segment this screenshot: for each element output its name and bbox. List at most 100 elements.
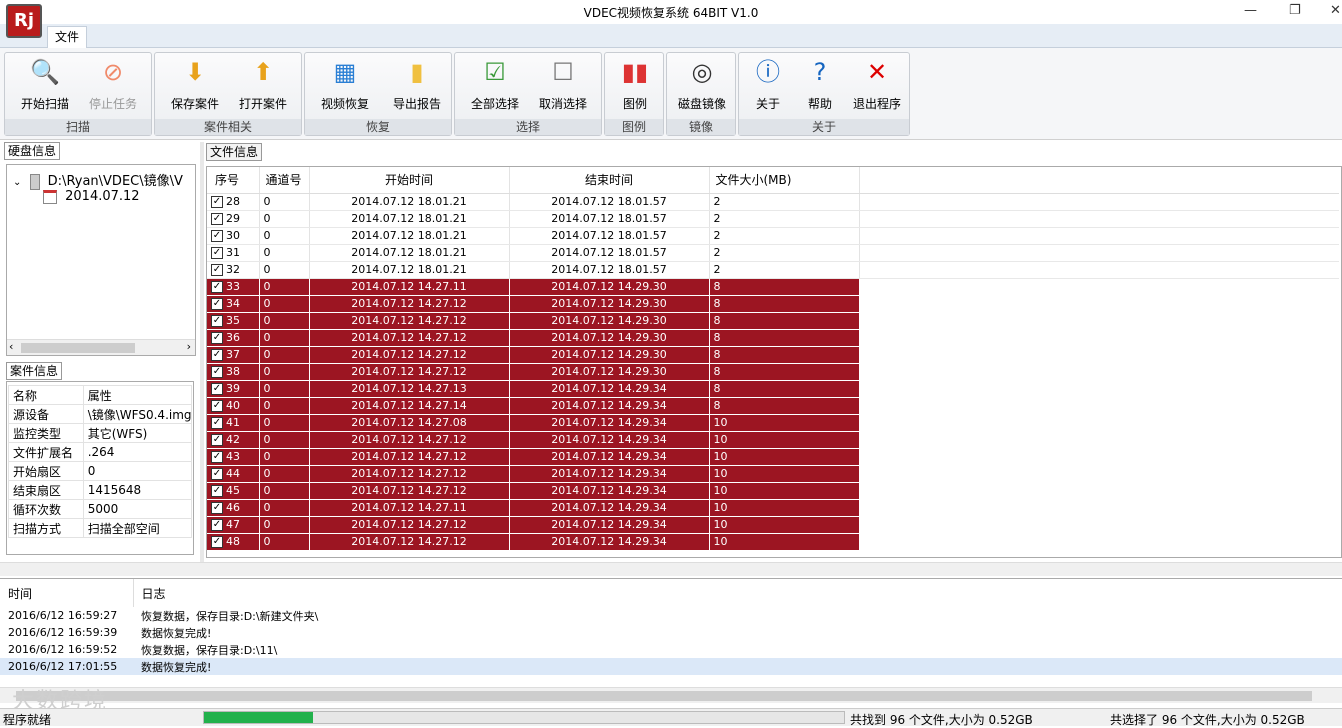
log-row[interactable]: 2016/6/12 17:01:55 数据恢复完成! xyxy=(0,658,1342,675)
file-row[interactable]: ✓ 41 0 2014.07.12 14.27.08 2014.07.12 14.29.… xyxy=(207,414,1339,432)
file-row[interactable]: ✓ 34 0 2014.07.12 14.27.12 2014.07.12 14.29.… xyxy=(207,295,1339,313)
file-row[interactable]: ✓ 40 0 2014.07.12 14.27.14 2014.07.12 14.29.… xyxy=(207,397,1339,415)
row-checkbox[interactable]: ✓ xyxy=(211,264,223,276)
select-all-button[interactable]: ☑ 全部选择 xyxy=(463,57,527,112)
close-button[interactable]: ✕ xyxy=(1330,3,1341,18)
tab-file[interactable]: 文件 xyxy=(47,26,87,48)
file-row[interactable]: ✓ 47 0 2014.07.12 14.27.12 2014.07.12 14.29.… xyxy=(207,516,1339,534)
scroll-right-icon[interactable]: › xyxy=(187,340,191,353)
file-channel-text: 0 xyxy=(263,263,271,276)
col-start-time[interactable]: 开始时间 xyxy=(309,167,510,194)
deselect-button[interactable]: ☐ 取消选择 xyxy=(531,57,595,112)
row-filler xyxy=(859,465,1339,483)
row-checkbox[interactable]: ✓ xyxy=(211,417,223,429)
row-checkbox[interactable]: ✓ xyxy=(211,298,223,310)
about-button[interactable]: ⓘ 关于 xyxy=(745,57,791,112)
row-checkbox[interactable]: ✓ xyxy=(211,247,223,259)
legend-button[interactable]: ▮▮ 图例 xyxy=(607,57,663,112)
file-grid[interactable]: 序号 通道号 开始时间 结束时间 文件大小(MB) ✓ 28 0 2014.07.12… xyxy=(206,166,1342,558)
file-row[interactable]: ✓ 32 0 2014.07.12 18.01.21 2014.07.12 18.01.… xyxy=(207,261,1339,279)
disk-panel-title[interactable]: 硬盘信息 xyxy=(4,142,61,160)
file-row[interactable]: ✓ 29 0 2014.07.12 18.01.21 2014.07.12 18.01.… xyxy=(207,210,1339,228)
col-id[interactable]: 序号 xyxy=(207,167,260,194)
row-checkbox[interactable]: ✓ xyxy=(211,196,223,208)
file-row[interactable]: ✓ 39 0 2014.07.12 14.27.13 2014.07.12 14.29.… xyxy=(207,380,1339,398)
row-checkbox[interactable]: ✓ xyxy=(211,366,223,378)
file-row[interactable]: ✓ 48 0 2014.07.12 14.27.12 2014.07.12 14.29.… xyxy=(207,533,1339,551)
maximize-button[interactable]: ❐ xyxy=(1289,3,1301,18)
tree-root[interactable]: ⌄ D:\Ryan\VDEC\镜像\V xyxy=(13,170,183,190)
file-start-time: 2014.07.12 14.27.12 xyxy=(309,448,510,466)
file-panel-title[interactable]: 文件信息 xyxy=(206,143,263,161)
file-end-time: 2014.07.12 14.29.34 xyxy=(509,431,710,449)
log-hscrollbar[interactable] xyxy=(0,687,1342,703)
help-button[interactable]: ? 帮助 xyxy=(797,57,843,112)
start-scan-button[interactable]: 🔍 开始扫描 xyxy=(13,57,77,112)
stop-task-button[interactable]: ⊘ 停止任务 xyxy=(81,57,145,112)
tree-hscrollbar[interactable]: ‹ › xyxy=(7,339,195,355)
row-checkbox[interactable]: ✓ xyxy=(211,230,223,242)
file-size: 8 xyxy=(709,363,860,381)
row-checkbox[interactable]: ✓ xyxy=(211,315,223,327)
exit-button[interactable]: ✕ 退出程序 xyxy=(847,57,907,112)
log-col-time[interactable]: 时间 xyxy=(0,579,134,607)
splitter-horizontal[interactable] xyxy=(0,562,1342,576)
file-channel: 0 xyxy=(259,261,310,279)
disk-tree[interactable]: ⌄ D:\Ryan\VDEC\镜像\V 2014.07.12 ‹ › xyxy=(6,164,196,356)
file-row[interactable]: ✓ 33 0 2014.07.12 14.27.11 2014.07.12 14.29.… xyxy=(207,278,1339,296)
file-row[interactable]: ✓ 42 0 2014.07.12 14.27.12 2014.07.12 14.29.… xyxy=(207,431,1339,449)
file-row[interactable]: ✓ 43 0 2014.07.12 14.27.12 2014.07.12 14.29.… xyxy=(207,448,1339,466)
minimize-button[interactable]: — xyxy=(1244,3,1257,18)
export-report-button[interactable]: ▮ 导出报告 xyxy=(385,57,449,112)
row-checkbox[interactable]: ✓ xyxy=(211,213,223,225)
tree-scroll-thumb[interactable] xyxy=(21,343,135,353)
tree-child[interactable]: 2014.07.12 xyxy=(43,189,140,204)
row-checkbox[interactable]: ✓ xyxy=(211,281,223,293)
file-row[interactable]: ✓ 37 0 2014.07.12 14.27.12 2014.07.12 14.29.… xyxy=(207,346,1339,364)
file-row[interactable]: ✓ 35 0 2014.07.12 14.27.12 2014.07.12 14.29.… xyxy=(207,312,1339,330)
file-row[interactable]: ✓ 38 0 2014.07.12 14.27.12 2014.07.12 14.29.… xyxy=(207,363,1339,381)
splitter-vertical[interactable] xyxy=(200,142,204,562)
save-case-button[interactable]: ⬇ 保存案件 xyxy=(163,57,227,112)
file-end-time-text: 2014.07.12 18.01.57 xyxy=(551,229,667,242)
log-row[interactable]: 2016/6/12 16:59:27 恢复数据，保存目录:D:\新建文件夹\ xyxy=(0,607,1342,624)
log-row[interactable]: 2016/6/12 16:59:52 恢复数据，保存目录:D:\11\ xyxy=(0,641,1342,658)
row-checkbox[interactable]: ✓ xyxy=(211,383,223,395)
col-end-time[interactable]: 结束时间 xyxy=(509,167,710,194)
file-end-time: 2014.07.12 18.01.57 xyxy=(509,193,710,211)
file-channel: 0 xyxy=(259,295,310,313)
file-row[interactable]: ✓ 44 0 2014.07.12 14.27.12 2014.07.12 14.29.… xyxy=(207,465,1339,483)
scroll-left-icon[interactable]: ‹ xyxy=(9,340,13,353)
file-row[interactable]: ✓ 30 0 2014.07.12 18.01.21 2014.07.12 18.01.… xyxy=(207,227,1339,245)
file-start-time-text: 2014.07.12 14.27.12 xyxy=(351,518,467,531)
row-checkbox[interactable]: ✓ xyxy=(211,451,223,463)
video-recover-button[interactable]: ▦ 视频恢复 xyxy=(313,57,377,112)
col-file-size[interactable]: 文件大小(MB) xyxy=(709,167,860,194)
file-row[interactable]: ✓ 36 0 2014.07.12 14.27.12 2014.07.12 14.29.… xyxy=(207,329,1339,347)
log-col-message[interactable]: 日志 xyxy=(133,579,1342,607)
file-row[interactable]: ✓ 45 0 2014.07.12 14.27.12 2014.07.12 14.29.… xyxy=(207,482,1339,500)
log-scroll-thumb[interactable] xyxy=(16,691,1312,701)
log-row[interactable]: 2016/6/12 16:59:39 数据恢复完成! xyxy=(0,624,1342,641)
collapse-icon[interactable]: ⌄ xyxy=(13,177,21,188)
file-channel: 0 xyxy=(259,346,310,364)
open-case-button[interactable]: ⬆ 打开案件 xyxy=(231,57,295,112)
row-checkbox[interactable]: ✓ xyxy=(211,536,223,548)
row-checkbox[interactable]: ✓ xyxy=(211,485,223,497)
file-row[interactable]: ✓ 46 0 2014.07.12 14.27.11 2014.07.12 14.29.… xyxy=(207,499,1339,517)
row-checkbox[interactable]: ✓ xyxy=(211,400,223,412)
row-checkbox[interactable]: ✓ xyxy=(211,502,223,514)
disk-image-button[interactable]: ◎ 磁盘镜像 xyxy=(671,57,733,112)
file-row[interactable]: ✓ 31 0 2014.07.12 18.01.21 2014.07.12 18.01.… xyxy=(207,244,1339,262)
row-checkbox[interactable]: ✓ xyxy=(211,332,223,344)
row-checkbox[interactable]: ✓ xyxy=(211,434,223,446)
row-checkbox[interactable]: ✓ xyxy=(211,349,223,361)
file-start-time: 2014.07.12 14.27.12 xyxy=(309,516,510,534)
file-row[interactable]: ✓ 28 0 2014.07.12 18.01.21 2014.07.12 18.01.… xyxy=(207,193,1339,211)
file-size-text: 10 xyxy=(713,467,728,480)
col-channel[interactable]: 通道号 xyxy=(259,167,310,194)
case-panel-title[interactable]: 案件信息 xyxy=(6,362,63,380)
row-checkbox[interactable]: ✓ xyxy=(211,468,223,480)
row-checkbox[interactable]: ✓ xyxy=(211,519,223,531)
file-end-time-text: 2014.07.12 14.29.34 xyxy=(551,450,667,463)
